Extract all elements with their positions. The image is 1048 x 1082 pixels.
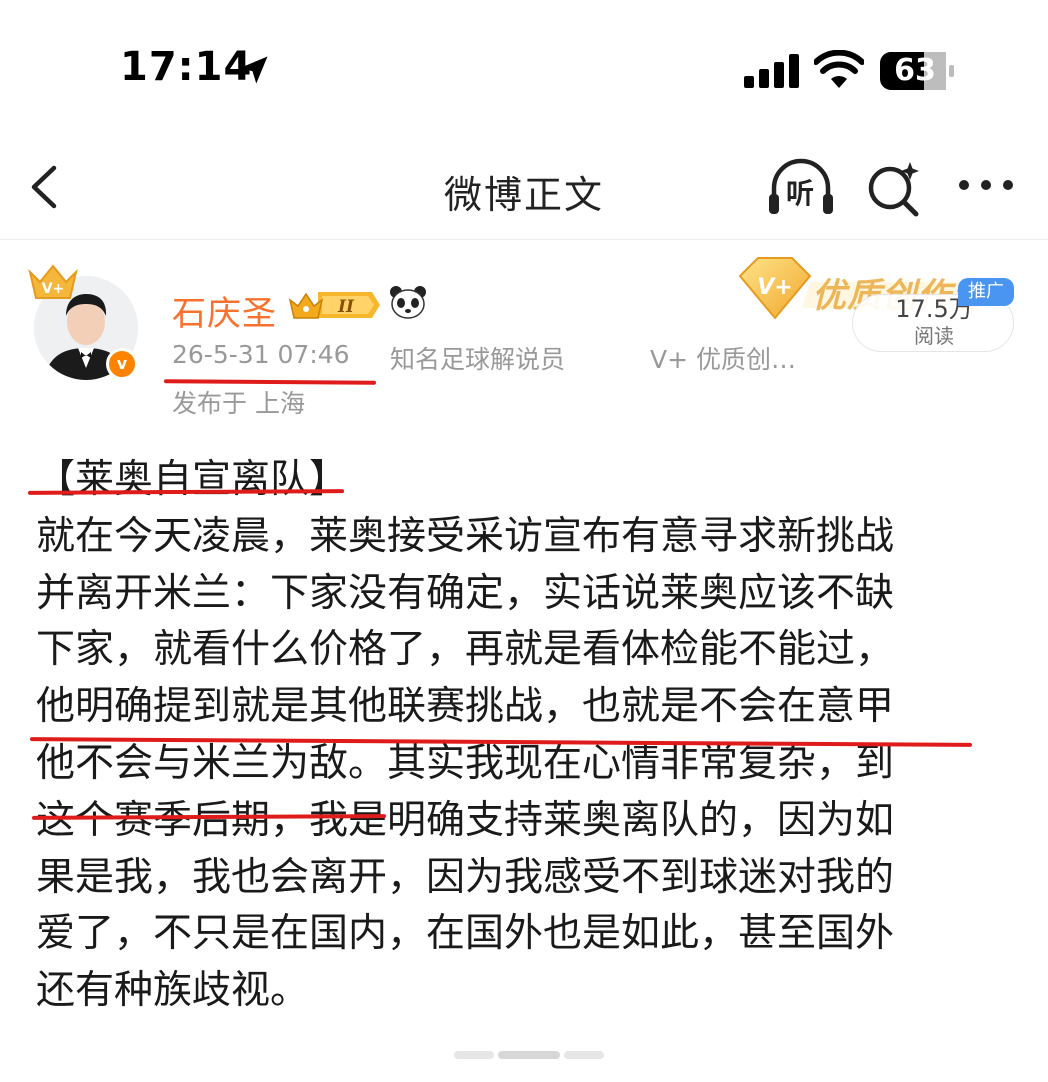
page-title: 微博正文 — [443, 173, 604, 217]
post-line: 并离开米兰：下家没有确定，实话说莱奥应该不缺 — [36, 570, 895, 616]
listen-label: 听 — [786, 177, 815, 210]
post-line: 果是我，我也会离开，因为我感受不到球迷对我的 — [36, 854, 895, 900]
post-time: 26-5-31 07:46 — [172, 340, 350, 369]
more-icon[interactable] — [956, 170, 1016, 200]
home-indicator — [454, 1051, 604, 1059]
location-arrow-icon — [240, 56, 268, 84]
post-line: 【莱奥自宣离队】 — [36, 457, 349, 502]
post-line: 还有种族歧视。 — [36, 968, 310, 1014]
nav-bar: 微博正文 听 — [0, 140, 1048, 240]
views-label: 阅读 — [914, 324, 954, 348]
search-icon[interactable] — [862, 156, 926, 220]
post-line: 下家，就看什么价格了，再就是看体检能不能过， — [36, 627, 895, 673]
battery-level: 63 — [894, 53, 936, 88]
rank-badge-text: II — [337, 297, 355, 317]
author-name[interactable]: 石庆圣 — [172, 286, 277, 335]
post-content: 【莱奥自宣离队】 就在今天凌晨，莱奥接受采访宣布有意寻求新挑战 并离开米兰：下家… — [36, 452, 1016, 1020]
back-icon[interactable] — [24, 162, 64, 212]
post-line: 他明确提到就是其他联赛挑战，也就是不会在意甲 — [36, 684, 895, 730]
verified-badge-icon: v — [106, 348, 138, 380]
author-header: V+ v 石庆圣 II 26-5-31 07:46 知名足球解说员 V+ 优质创… — [0, 242, 1048, 432]
vplus-crown-icon: V+ — [28, 264, 78, 299]
post-line: 就在今天凌晨，莱奥接受采访宣布有意寻求新挑战 — [36, 513, 895, 559]
wifi-icon — [814, 50, 864, 88]
panda-icon — [390, 286, 426, 319]
svg-text:V+: V+ — [42, 281, 65, 297]
listen-button[interactable]: 听 — [766, 156, 836, 220]
status-time: 17:14 — [120, 44, 253, 90]
post-location: 发布于 上海 — [172, 389, 305, 418]
vplus-description: V+ 优质创… — [650, 345, 796, 374]
post-line: 爱了，不只是在国内，在国外也是如此，甚至国外 — [36, 911, 895, 957]
cellular-signal-icon — [744, 54, 799, 88]
status-bar: 17:14 63 — [0, 0, 1048, 140]
ad-tag: 推广 — [958, 278, 1014, 306]
svg-text:V+: V+ — [757, 275, 792, 300]
post-line: 这个赛季后期，我是明确支持莱奥离队的，因为如 — [36, 797, 895, 843]
crown-rank-icon: II — [288, 292, 380, 319]
author-description: 知名足球解说员 — [390, 345, 566, 374]
avatar-wrap[interactable]: V+ v — [28, 264, 138, 380]
